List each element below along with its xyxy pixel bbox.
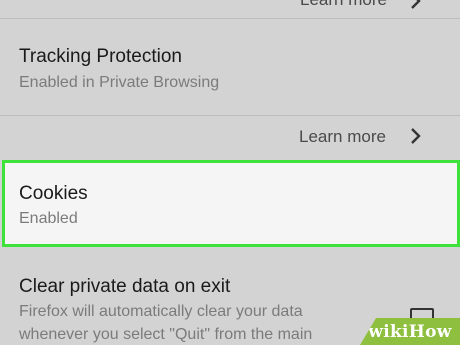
learn-more-row[interactable]: Learn more	[0, 116, 460, 158]
cookies-status: Enabled	[19, 210, 78, 227]
clear-data-description-line2: whenever you select "Quit" from the main	[19, 326, 313, 343]
clear-data-title: Clear private data on exit	[19, 276, 231, 297]
learn-more-row-top[interactable]: Learn more	[0, 0, 460, 16]
tracking-protection-subtitle: Enabled in Private Browsing	[19, 74, 220, 91]
wikihow-watermark: wikiHow	[360, 318, 460, 345]
cookies-setting[interactable]: Cookies Enabled	[2, 160, 460, 247]
chevron-right-icon	[411, 128, 421, 144]
chevron-right-icon	[411, 0, 421, 9]
learn-more-label-top: Learn more	[300, 0, 387, 10]
clear-data-description-line1: Firefox will automatically clear your da…	[19, 303, 303, 320]
learn-more-label: Learn more	[299, 127, 386, 146]
tracking-protection-setting[interactable]: Tracking Protection Enabled in Private B…	[0, 19, 460, 114]
cookies-title: Cookies	[19, 183, 88, 204]
tracking-protection-title: Tracking Protection	[19, 46, 182, 67]
